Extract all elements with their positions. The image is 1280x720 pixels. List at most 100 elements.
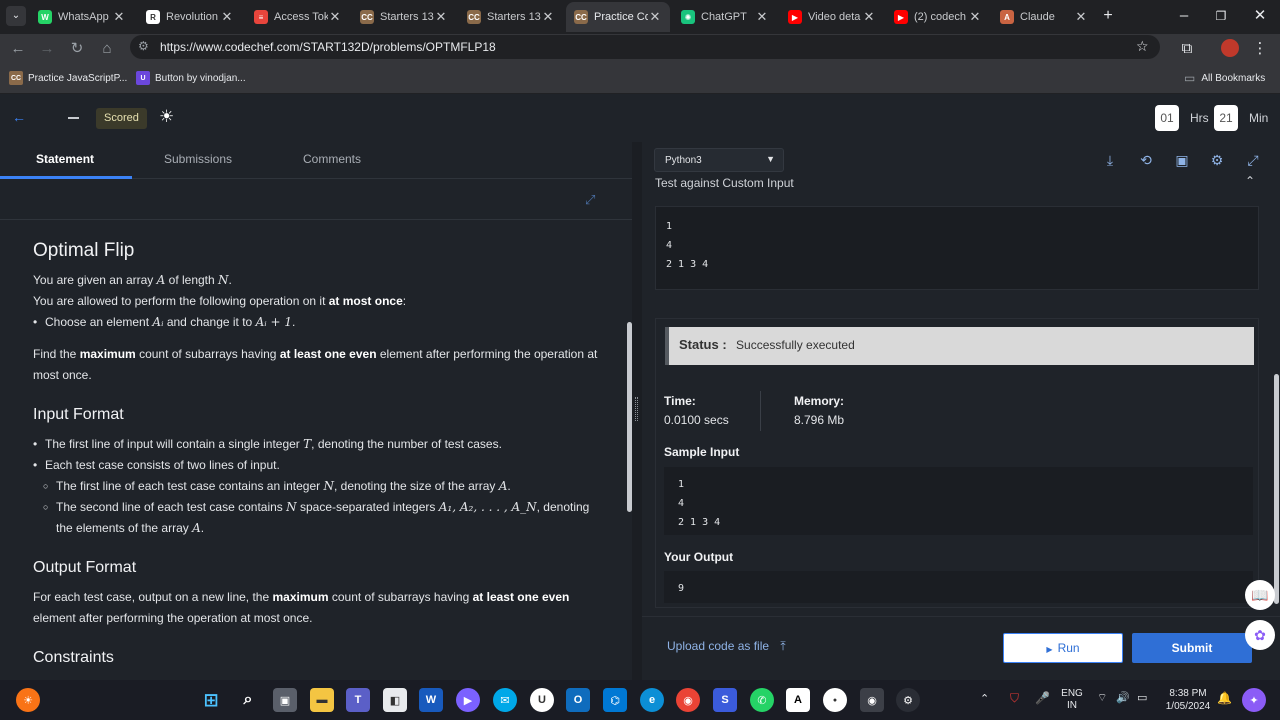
save-icon[interactable]: ▣ — [1174, 152, 1190, 168]
bookmark-star-icon[interactable]: ☆ — [1136, 38, 1149, 55]
clock[interactable]: 8:38 PM 1/05/2024 — [1160, 687, 1216, 713]
close-tab-icon[interactable]: ✕ — [648, 9, 662, 25]
browser-tab[interactable]: ✺ ChatGPT ✕ — [673, 2, 777, 32]
teams-icon[interactable]: T — [346, 688, 370, 712]
custom-input-label[interactable]: Test against Custom Input — [655, 176, 794, 190]
microphone-icon[interactable]: 🎤 — [1035, 691, 1050, 705]
close-tab-icon[interactable]: ✕ — [862, 9, 876, 25]
tab-label: (2) codech — [914, 11, 966, 23]
close-tab-icon[interactable]: ✕ — [220, 9, 234, 25]
edge-icon[interactable]: e — [640, 688, 664, 712]
windows-start-icon[interactable]: ⊞ — [199, 688, 223, 712]
forward-arrow-icon[interactable]: → — [37, 39, 57, 59]
panel-resize-handle[interactable] — [632, 142, 642, 680]
browser-tab[interactable]: ▶ (2) codech ✕ — [886, 2, 990, 32]
back-arrow-icon[interactable]: ← — [8, 39, 28, 59]
app-a-icon[interactable]: A — [786, 688, 810, 712]
task-view-icon[interactable]: ▣ — [273, 688, 297, 712]
app-icon[interactable]: ● — [823, 688, 847, 712]
close-tab-icon[interactable]: ✕ — [328, 9, 342, 25]
close-tab-icon[interactable]: ✕ — [755, 9, 769, 25]
fullscreen-icon[interactable]: ⤢ — [1245, 152, 1261, 168]
minimize-button[interactable]: – — [1174, 6, 1194, 26]
upload-code-link[interactable]: Upload code as file ⤒ — [667, 639, 786, 654]
minus-icon[interactable] — [68, 117, 79, 119]
expand-icon[interactable]: ⤢ — [585, 192, 595, 208]
browser-tab[interactable]: R Revolution ✕ — [138, 2, 242, 32]
close-tab-icon[interactable]: ✕ — [541, 9, 555, 25]
browser-tab[interactable]: A Claude ✕ — [992, 2, 1096, 32]
reset-icon[interactable]: ⟲ — [1138, 152, 1154, 168]
language-indicator[interactable]: ENG IN — [1058, 688, 1086, 712]
weather-icon[interactable]: ☀ — [16, 688, 40, 712]
right-scrollbar[interactable] — [1274, 374, 1279, 604]
battery-icon[interactable]: ▭ — [1137, 691, 1147, 704]
new-tab-button[interactable]: + — [1098, 6, 1118, 26]
search-icon[interactable]: ⌕ — [236, 688, 260, 712]
copilot-icon[interactable]: ✦ — [1242, 688, 1266, 712]
your-output-box: 9 — [664, 571, 1253, 603]
bookmark-item[interactable]: U Button by vinodjan... — [136, 71, 246, 85]
maximize-button[interactable]: ❐ — [1211, 6, 1231, 26]
shield-icon[interactable]: ⛉ — [1010, 691, 1019, 706]
assistant-icon[interactable]: ✿ — [1245, 620, 1275, 650]
close-tab-icon[interactable]: ✕ — [1074, 9, 1088, 25]
browser-tab[interactable]: CC Starters 13 ✕ — [352, 2, 456, 32]
app-icon[interactable]: ⚙ — [896, 688, 920, 712]
chevron-up-icon[interactable]: ⌃ — [1245, 174, 1255, 188]
url-text[interactable]: https://www.codechef.com/START132D/probl… — [160, 40, 496, 54]
tab-statement[interactable]: Statement — [36, 152, 94, 166]
browser-tab[interactable]: W WhatsApp ✕ — [30, 2, 134, 32]
close-tab-icon[interactable]: ✕ — [968, 9, 982, 25]
close-tab-icon[interactable]: ✕ — [112, 9, 126, 25]
problem-operation-intro: You are allowed to perform the following… — [33, 294, 407, 308]
tab-submissions[interactable]: Submissions — [164, 152, 232, 166]
back-arrow-icon[interactable]: ← — [12, 109, 26, 125]
whatsapp-icon[interactable]: ✆ — [750, 688, 774, 712]
site-info-icon[interactable]: ⚙ — [138, 39, 149, 53]
wifi-icon[interactable]: ⌔ — [1097, 691, 1107, 705]
bookmark-item[interactable]: CC Practice JavaScriptP... — [9, 71, 127, 85]
vscode-icon[interactable]: ⌬ — [603, 688, 627, 712]
store-icon[interactable]: ◧ — [383, 688, 407, 712]
media-icon[interactable]: ▶ — [456, 688, 480, 712]
browser-tab[interactable]: ▶ Video deta ✕ — [780, 2, 884, 32]
outlook-icon[interactable]: O — [566, 688, 590, 712]
close-tab-icon[interactable]: ✕ — [434, 9, 448, 25]
volume-icon[interactable]: 🔊 — [1116, 691, 1130, 704]
browser-tab[interactable]: CC Practice Co ✕ — [566, 2, 670, 32]
word-icon[interactable]: W — [419, 688, 443, 712]
memory-label: Memory: — [794, 394, 845, 408]
uiverse-taskbar-icon[interactable]: U — [530, 688, 554, 712]
close-window-button[interactable]: ✕ — [1250, 6, 1270, 26]
tray-overflow-icon[interactable]: ⌃ — [980, 692, 989, 705]
list-item: The second line of each test case contai… — [33, 497, 608, 539]
url-bar[interactable]: ⚙ https://www.codechef.com/START132D/pro… — [130, 35, 1160, 59]
action-bar: Upload code as file ⤒ ▶ Run Submit — [642, 616, 1280, 680]
extensions-icon[interactable]: ⧉ — [1177, 39, 1197, 59]
app-s-icon[interactable]: S — [713, 688, 737, 712]
browser-menu-icon[interactable]: ⋮ — [1250, 39, 1270, 59]
file-explorer-icon[interactable]: ▬ — [310, 688, 334, 712]
run-button[interactable]: ▶ Run — [1003, 633, 1123, 663]
reader-icon[interactable]: 📖 — [1245, 580, 1275, 610]
home-icon[interactable]: ⌂ — [97, 39, 117, 59]
browser-tab[interactable]: ≡ Access Tok ✕ — [246, 2, 350, 32]
tab-search-button[interactable]: ⌄ — [6, 6, 26, 26]
tab-comments[interactable]: Comments — [303, 152, 361, 166]
gear-icon[interactable]: ⚙ — [1209, 152, 1225, 168]
theme-toggle-icon[interactable]: ☀ — [159, 107, 174, 127]
drag-handle-icon[interactable] — [635, 397, 638, 421]
download-icon[interactable]: ⤓ — [1102, 152, 1118, 168]
language-select[interactable]: Python3 ▼ — [654, 148, 784, 172]
notification-bell-icon[interactable]: 🔔 — [1217, 691, 1232, 705]
app-icon[interactable]: ✉ — [493, 688, 517, 712]
profile-avatar[interactable] — [1221, 39, 1239, 57]
submit-button[interactable]: Submit — [1132, 633, 1252, 663]
custom-input-field[interactable]: 1 4 2 1 3 4 — [655, 206, 1259, 290]
browser-tab[interactable]: CC Starters 13 ✕ — [459, 2, 563, 32]
chrome-active-icon[interactable]: ◉ — [860, 688, 884, 712]
all-bookmarks-button[interactable]: ▭ All Bookmarks — [1184, 71, 1265, 85]
reload-icon[interactable]: ↻ — [67, 39, 87, 59]
chrome-icon[interactable]: ◉ — [676, 688, 700, 712]
